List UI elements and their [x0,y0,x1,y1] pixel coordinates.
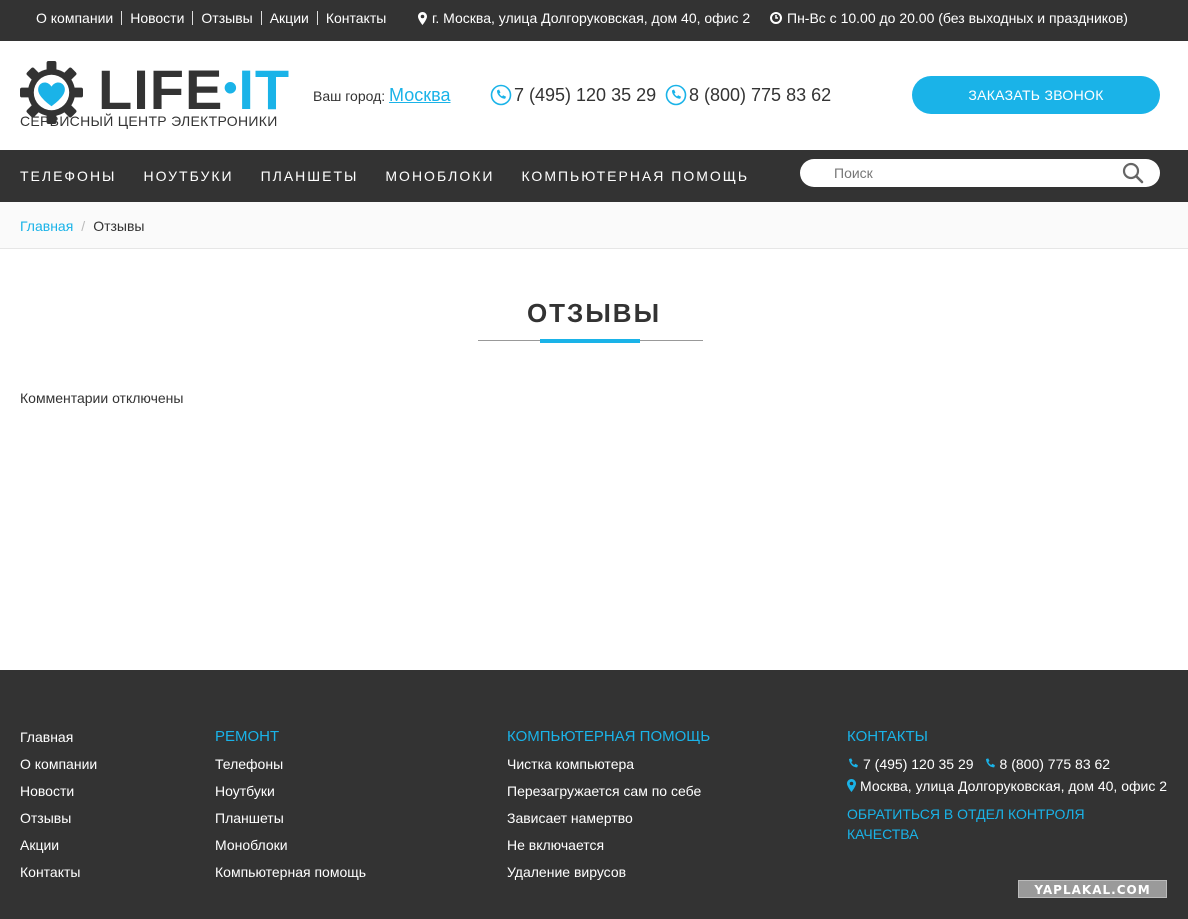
logo-brand: LIFE•IT [98,59,290,119]
search-input[interactable] [834,163,1114,183]
footer-link-reboots[interactable]: Перезагружается сам по себе [507,783,710,799]
footer-col-repair: РЕМОНТ Телефоны Ноутбуки Планшеты Монобл… [215,729,366,891]
footer-col-computer-help: КОМПЬЮТЕРНАЯ ПОМОЩЬ Чистка компьютера Пе… [507,729,710,891]
map-marker-icon [847,779,856,792]
top-bar: О компании Новости Отзывы Акции Контакты… [0,0,1188,41]
breadcrumb-separator: / [81,218,86,234]
main-nav: ТЕЛЕФОНЫ НОУТБУКИ ПЛАНШЕТЫ МОНОБЛОКИ КОМ… [0,150,1188,202]
footer-col-contacts: КОНТАКТЫ 7 (495) 120 35 29 8 (800) 775 8… [847,729,1167,844]
title-accent-bar [540,339,640,343]
top-links: О компании Новости Отзывы Акции Контакты [36,11,394,25]
top-address: г. Москва, улица Долгоруковская, дом 40,… [418,11,750,25]
top-link-about[interactable]: О компании [36,11,121,25]
phone-icon [490,84,512,106]
footer-heading-computer-help[interactable]: КОМПЬЮТЕРНАЯ ПОМОЩЬ [507,729,710,745]
footer-link-computer-help[interactable]: Компьютерная помощь [215,864,366,880]
header-phone-1-text: 7 (495) 120 35 29 [514,84,657,105]
comments-disabled-note: Комментарии отключены [20,390,184,406]
top-link-contacts[interactable]: Контакты [316,11,394,25]
nav-items: ТЕЛЕФОНЫ НОУТБУКИ ПЛАНШЕТЫ МОНОБЛОКИ КОМ… [20,167,749,185]
phone-icon [849,758,858,768]
logo-text-life: LIFE [98,58,224,121]
search-icon[interactable] [1122,162,1144,184]
footer-link-no-power[interactable]: Не включается [507,837,710,853]
footer-link-home[interactable]: Главная [20,729,97,745]
logo-text-it: IT [238,58,291,121]
footer-heading-contacts: КОНТАКТЫ [847,728,928,745]
footer-address-text: Москва, улица Долгоруковская, дом 40, оф… [860,778,1168,794]
top-link-promos[interactable]: Акции [260,11,317,25]
site-header: LIFE•IT СЕРВИСНЫЙ ЦЕНТР ЭЛЕКТРОНИКИ Ваш … [0,41,1188,150]
logo-dot: • [223,66,239,110]
nav-item-monoblocks[interactable]: МОНОБЛОКИ [385,167,494,185]
header-phone-2[interactable]: 8 (800) 775 83 62 [665,84,831,106]
breadcrumb-inner: Главная / Отзывы [20,218,144,234]
header-phone-1[interactable]: 7 (495) 120 35 29 [490,84,656,106]
footer-quality-control-link[interactable]: ОБРАТИТЬСЯ В ОТДЕЛ КОНТРОЛЯ КАЧЕСТВА [847,804,1107,844]
nav-item-tablets[interactable]: ПЛАНШЕТЫ [261,167,359,185]
top-hours: Пн-Вс с 10.00 до 20.00 (без выходных и п… [770,11,1128,25]
footer-link-news[interactable]: Новости [20,783,97,799]
breadcrumb-home[interactable]: Главная [20,218,73,234]
top-link-reviews[interactable]: Отзывы [192,11,260,25]
footer-link-tablets[interactable]: Планшеты [215,810,366,826]
city-label: Ваш город: [313,88,386,104]
footer-link-about[interactable]: О компании [20,756,97,772]
footer-phones: 7 (495) 120 35 29 8 (800) 775 83 62 [847,756,1167,772]
top-address-text: г. Москва, улица Долгоруковская, дом 40,… [432,10,751,26]
nav-item-phones[interactable]: ТЕЛЕФОНЫ [20,167,116,185]
phone-icon [665,84,687,106]
breadcrumb: Главная / Отзывы [0,202,1188,249]
footer-link-contacts[interactable]: Контакты [20,864,97,880]
footer-heading-repair[interactable]: РЕМОНТ [215,729,366,745]
breadcrumb-current: Отзывы [93,218,145,234]
map-marker-icon [418,11,427,25]
top-hours-text: Пн-Вс с 10.00 до 20.00 (без выходных и п… [787,10,1128,26]
logo-tagline: СЕРВИСНЫЙ ЦЕНТР ЭЛЕКТРОНИКИ [20,113,278,129]
footer-link-monoblocks[interactable]: Моноблоки [215,837,366,853]
header-phone-2-text: 8 (800) 775 83 62 [689,84,832,105]
search-box [800,159,1160,187]
phone-icon [985,758,995,768]
footer-link-phones[interactable]: Телефоны [215,756,366,772]
watermark: YAPLAKAL.COM [1018,880,1167,898]
footer-link-promos[interactable]: Акции [20,837,97,853]
footer-link-laptops[interactable]: Ноутбуки [215,783,366,799]
footer-link-cleaning[interactable]: Чистка компьютера [507,756,710,772]
city-link[interactable]: Москва [389,85,450,105]
logo[interactable]: LIFE•IT СЕРВИСНЫЙ ЦЕНТР ЭЛЕКТРОНИКИ [20,61,289,131]
footer-phone-1[interactable]: 7 (495) 120 35 29 [863,756,974,772]
footer-link-virus-removal[interactable]: Удаление вирусов [507,864,710,880]
city-selector: Ваш город: Москва [313,85,451,106]
page-title: ОТЗЫВЫ [526,298,662,328]
top-link-news[interactable]: Новости [121,11,192,25]
footer-link-freezes[interactable]: Зависает намертво [507,810,710,826]
footer-col-main: Главная О компании Новости Отзывы Акции … [20,729,97,891]
nav-item-computer-help[interactable]: КОМПЬЮТЕРНАЯ ПОМОЩЬ [521,167,749,185]
site-footer: Главная О компании Новости Отзывы Акции … [0,670,1188,919]
clock-icon [770,12,782,24]
footer-address: Москва, улица Долгоруковская, дом 40, оф… [847,776,1167,796]
nav-item-laptops[interactable]: НОУТБУКИ [143,167,233,185]
footer-phone-2[interactable]: 8 (800) 775 83 62 [1000,756,1111,772]
order-call-button[interactable]: ЗАКАЗАТЬ ЗВОНОК [912,76,1160,114]
footer-link-reviews[interactable]: Отзывы [20,810,97,826]
